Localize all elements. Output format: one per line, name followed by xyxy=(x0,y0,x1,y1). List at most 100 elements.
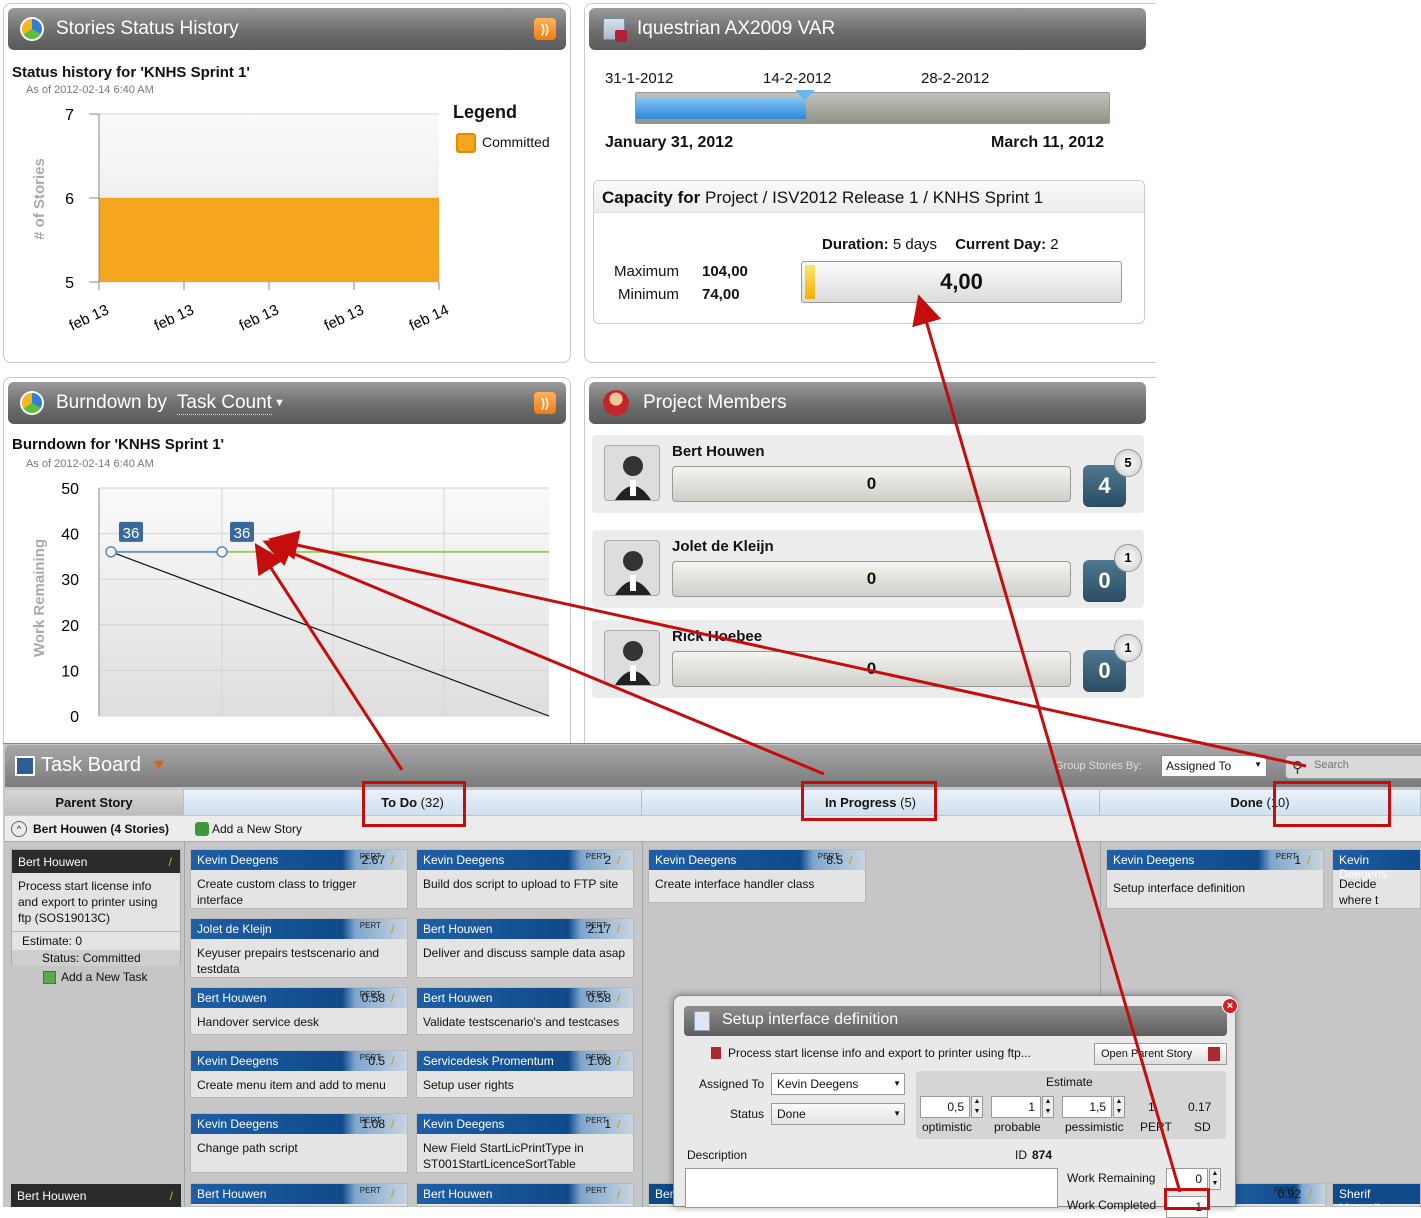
edit-icon[interactable]: / xyxy=(617,1054,627,1068)
task-card[interactable]: Jolet de Kleijn PERT / Keyuser prepairs tes… xyxy=(190,918,408,978)
description-input[interactable] xyxy=(685,1168,1058,1208)
edit-icon[interactable]: / xyxy=(391,991,401,1005)
rss-icon[interactable]: )) xyxy=(534,18,556,40)
task-card[interactable]: Bert Houwen PERT / xyxy=(416,1183,634,1207)
task-card[interactable]: Bert Houwen PERT 0.58/Validate testscenari… xyxy=(416,987,634,1035)
spinner[interactable]: ▲ ▼ xyxy=(1209,1168,1221,1190)
add-task-link[interactable]: Add a New Task xyxy=(61,970,148,984)
task-owner: Bert Houwen xyxy=(423,991,493,1005)
description-label: Description xyxy=(687,1148,748,1162)
y-axis-label: Work Remaining xyxy=(31,539,48,657)
edit-icon[interactable]: / xyxy=(617,922,627,936)
edit-icon[interactable]: / xyxy=(1307,853,1317,867)
duration-label: Duration: xyxy=(822,236,889,253)
open-parent-button[interactable]: Open Parent Story xyxy=(1094,1043,1227,1065)
estimate-panel: Estimate 0,5 ▲ ▼ 1 ▲ ▼ 1,5 ▲ ▼ 1 0.17 optim… xyxy=(916,1071,1226,1139)
group-by-select[interactable]: Assigned To ▼ xyxy=(1161,755,1267,777)
add-task-icon[interactable] xyxy=(43,971,56,984)
edit-icon[interactable]: / xyxy=(849,853,859,867)
rss-icon[interactable]: )) xyxy=(534,392,556,414)
task-card[interactable]: Bert Houwen PERT / xyxy=(190,1183,408,1207)
member-work-bar: 0 xyxy=(672,561,1071,597)
parent-story-link[interactable]: Process start license info and export to… xyxy=(728,1046,1031,1060)
task-card[interactable]: PERT 0.92/ xyxy=(1228,1183,1326,1207)
task-text: Deliver and discuss sample data asap xyxy=(423,946,626,960)
edit-icon[interactable]: / xyxy=(169,855,172,869)
edit-icon[interactable]: / xyxy=(617,853,627,867)
task-text: Validate testscenario's and testcases xyxy=(423,1015,620,1029)
status-select[interactable]: Done ▼ xyxy=(771,1103,905,1125)
pert-tag: PERT xyxy=(359,921,381,930)
chart-pie-icon xyxy=(20,17,44,41)
remaining-point xyxy=(216,546,228,558)
member-card[interactable]: Rick Hoebee 0 0 1 xyxy=(592,620,1144,698)
task-card[interactable]: Bert Houwen PERT 2.17/Deliver and discuss … xyxy=(416,918,634,978)
edit-icon[interactable]: / xyxy=(617,991,627,1005)
x-tick-label: feb 13 xyxy=(237,301,282,334)
task-owner: Bert Houwen xyxy=(197,991,267,1005)
chevron-down-icon[interactable]: ▼ xyxy=(274,397,285,409)
task-card[interactable]: Kevin Deegens PERT 8.5/ Create interface h… xyxy=(648,849,866,903)
capacity-fill xyxy=(805,265,815,299)
collapse-icon[interactable]: ^ xyxy=(11,821,27,837)
capacity-label: Capacity for xyxy=(602,188,701,207)
task-owner: Bert Houwen xyxy=(423,1187,493,1201)
search-box[interactable]: ⚲ xyxy=(1285,755,1421,779)
y-tick-label: 10 xyxy=(61,663,79,680)
search-icon: ⚲ xyxy=(1292,759,1303,776)
edit-icon[interactable]: / xyxy=(617,1117,627,1131)
edit-icon[interactable]: / xyxy=(1309,1187,1319,1201)
assigned-select[interactable]: Kevin Deegens ▼ xyxy=(771,1073,905,1095)
edit-icon[interactable]: / xyxy=(391,1117,401,1131)
task-card[interactable]: Kevin Deegens PERT 0.5/Create menu item an… xyxy=(190,1050,408,1098)
task-owner: Kevin Deegens xyxy=(197,853,279,867)
edit-icon[interactable]: / xyxy=(391,1187,401,1201)
parent-story-owner[interactable]: Bert Houwen / xyxy=(11,1184,181,1207)
member-card[interactable]: Jolet de Kleijn 0 0 1 xyxy=(592,530,1144,608)
spinner[interactable]: ▲ ▼ xyxy=(971,1096,983,1118)
burndown-chart: 36 36 50 40 30 20 10 0 Work Remaining xyxy=(31,481,550,726)
y-axis-label: # of Stories xyxy=(31,158,48,240)
pessimistic-input[interactable]: 1,5 xyxy=(1062,1096,1112,1118)
edit-icon[interactable]: / xyxy=(391,1054,401,1068)
chevron-down-icon: ▼ xyxy=(893,1079,901,1088)
task-card[interactable]: Servicedesk Promentum PERT 1.08/Setup user… xyxy=(416,1050,634,1098)
task-card[interactable]: Bert Houwen PERT 0.58/Handover service des… xyxy=(190,987,408,1035)
edit-icon[interactable]: / xyxy=(617,1187,627,1201)
edit-icon[interactable]: / xyxy=(170,1189,173,1203)
add-story-icon[interactable] xyxy=(195,822,209,836)
taskboard-icon xyxy=(15,756,35,776)
avatar xyxy=(604,630,660,686)
edit-icon[interactable]: / xyxy=(391,853,401,867)
minimum-label: Minimum xyxy=(618,286,679,303)
task-text: Setup user rights xyxy=(423,1078,514,1092)
task-card[interactable]: Kevin Deegens PERT 1/ Setup interface defi… xyxy=(1106,849,1324,909)
task-card[interactable]: Kevin Deegens PERT 2/Build dos script to u… xyxy=(416,849,634,909)
add-story-link[interactable]: Add a New Story xyxy=(212,822,302,836)
work-remaining-input[interactable]: 0 xyxy=(1166,1168,1208,1190)
task-pert-value: 0.5 xyxy=(368,1054,385,1068)
member-card[interactable]: Bert Houwen 0 4 5 xyxy=(592,435,1144,513)
remaining-point xyxy=(105,546,117,558)
task-card[interactable]: Kevin Deegens PERT 1/New Field StartLicPri… xyxy=(416,1113,634,1173)
close-icon[interactable]: × xyxy=(1222,998,1238,1014)
probable-input[interactable]: 1 xyxy=(991,1096,1041,1118)
task-card[interactable]: Kevin Deegens PERT 2.67/Create custom clas… xyxy=(190,849,408,909)
burndown-metric-select[interactable]: Task Count xyxy=(176,392,272,415)
task-card[interactable]: Sherif Metwally xyxy=(1332,1183,1421,1207)
annotation-box xyxy=(801,781,937,821)
task-card[interactable]: Kevin Deegens PERT 1.08/Change path script xyxy=(190,1113,408,1173)
capacity-header: Capacity for Project / ISV2012 Release 1… xyxy=(594,181,1144,213)
burndown-chart-title: Burndown for 'KNHS Sprint 1' xyxy=(12,436,225,453)
search-input[interactable] xyxy=(1314,759,1419,771)
task-card[interactable]: Kevin Deegens Decide where t KNHS Share xyxy=(1332,849,1421,909)
capacity-value: 4,00 xyxy=(940,269,983,294)
member-work-bar: 0 xyxy=(672,651,1071,687)
edit-icon[interactable]: / xyxy=(391,922,401,936)
spinner[interactable]: ▲ ▼ xyxy=(1113,1096,1125,1118)
task-owner: Kevin Deegens xyxy=(197,1117,279,1131)
filter-icon[interactable]: ▼ xyxy=(151,757,167,775)
parent-story-card[interactable]: Bert Houwen / Process start license info … xyxy=(11,849,181,966)
optimistic-input[interactable]: 0,5 xyxy=(920,1096,970,1118)
spinner[interactable]: ▲ ▼ xyxy=(1042,1096,1054,1118)
